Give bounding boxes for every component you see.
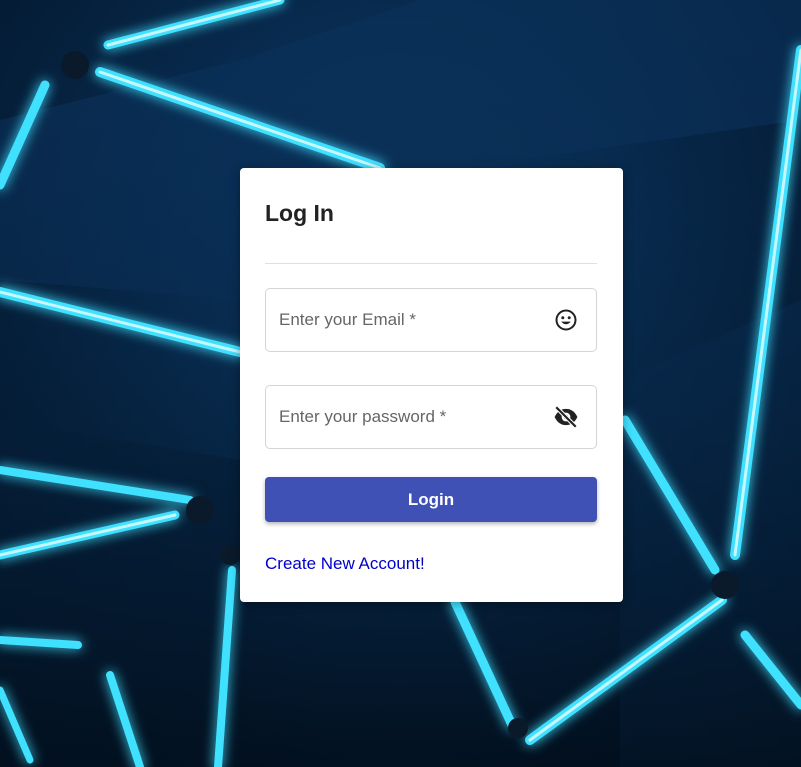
- page-title: Log In: [265, 200, 334, 226]
- create-account-link[interactable]: Create New Account!: [265, 554, 425, 574]
- smiley-face-icon: [553, 307, 579, 333]
- eye-off-icon[interactable]: [553, 404, 579, 430]
- login-button[interactable]: Login: [265, 477, 597, 522]
- login-card: Log In Login Create New Account!: [240, 168, 623, 602]
- password-input[interactable]: [266, 386, 596, 448]
- email-field[interactable]: [265, 288, 597, 352]
- divider: [265, 263, 597, 264]
- password-field[interactable]: [265, 385, 597, 449]
- email-input[interactable]: [266, 289, 596, 351]
